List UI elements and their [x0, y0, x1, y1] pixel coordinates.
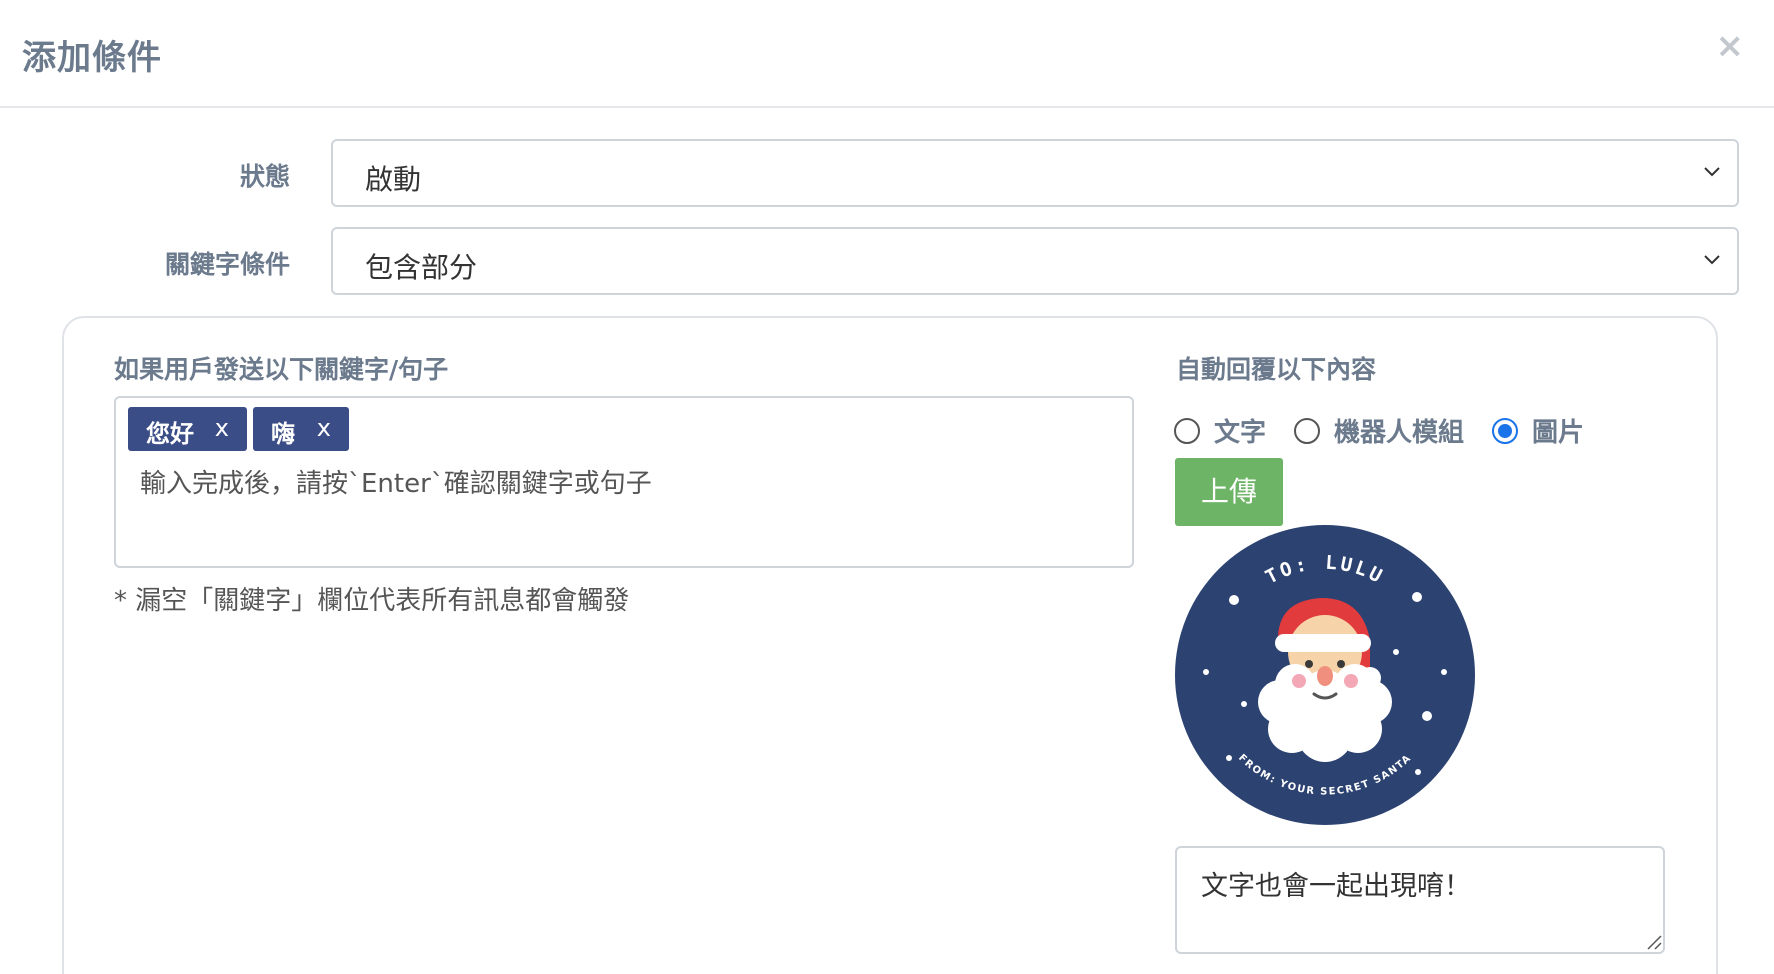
- keyword-condition-select-value: 包含部分: [365, 251, 478, 284]
- status-select-value: 啟動: [365, 163, 422, 196]
- keyword-condition-label: 關鍵字條件: [164, 250, 290, 279]
- keyword-tag: 您好 x: [128, 407, 247, 451]
- keyword-tag-label: 嗨: [271, 420, 295, 448]
- reply-text-area[interactable]: 文字也會一起出現唷！: [1175, 846, 1665, 954]
- add-condition-modal: 添加條件 × 狀態 啟動 關鍵字條件 包含部分 如果用戶發送以下關鍵字/句子 您…: [0, 0, 1774, 974]
- reply-section-title: 自動回覆以下內容: [1176, 355, 1377, 384]
- chevron-down-icon: [1704, 167, 1720, 177]
- keyword-condition-row: 關鍵字條件 包含部分: [0, 227, 1774, 295]
- radio-circle[interactable]: [1294, 418, 1320, 444]
- chevron-down-icon: [1704, 255, 1720, 265]
- radio-text-label: 文字: [1214, 418, 1267, 448]
- modal-title: 添加條件: [22, 38, 162, 78]
- status-select[interactable]: 啟動: [331, 139, 1739, 207]
- status-row: 狀態 啟動: [0, 139, 1774, 207]
- keywords-hint: * 漏空「關鍵字」欄位代表所有訊息都會觸發: [114, 586, 630, 616]
- radio-circle-checked[interactable]: [1492, 418, 1518, 444]
- keyword-tag-label: 您好: [146, 420, 194, 448]
- modal-header: 添加條件 ×: [0, 0, 1774, 108]
- santa-image-preview: TO: LULU FROM: YOUR SECRET SANTA: [1175, 525, 1475, 825]
- keyword-tag-input[interactable]: 您好 x 嗨 x: [114, 396, 1134, 568]
- radio-circle[interactable]: [1174, 418, 1200, 444]
- radio-bot-module-label: 機器人模組: [1334, 418, 1465, 448]
- keyword-condition-select[interactable]: 包含部分: [331, 227, 1739, 295]
- keywords-section-title: 如果用戶發送以下關鍵字/句子: [114, 355, 449, 384]
- keyword-input[interactable]: [140, 464, 1100, 504]
- keyword-tag: 嗨 x: [253, 407, 349, 451]
- remove-tag-button[interactable]: x: [317, 414, 331, 442]
- resize-handle-icon[interactable]: [1646, 934, 1662, 950]
- remove-tag-button[interactable]: x: [215, 414, 229, 442]
- close-button[interactable]: ×: [1716, 26, 1745, 66]
- radio-image-label: 圖片: [1532, 418, 1585, 448]
- upload-button[interactable]: 上傳: [1175, 458, 1283, 526]
- status-label: 狀態: [239, 162, 290, 191]
